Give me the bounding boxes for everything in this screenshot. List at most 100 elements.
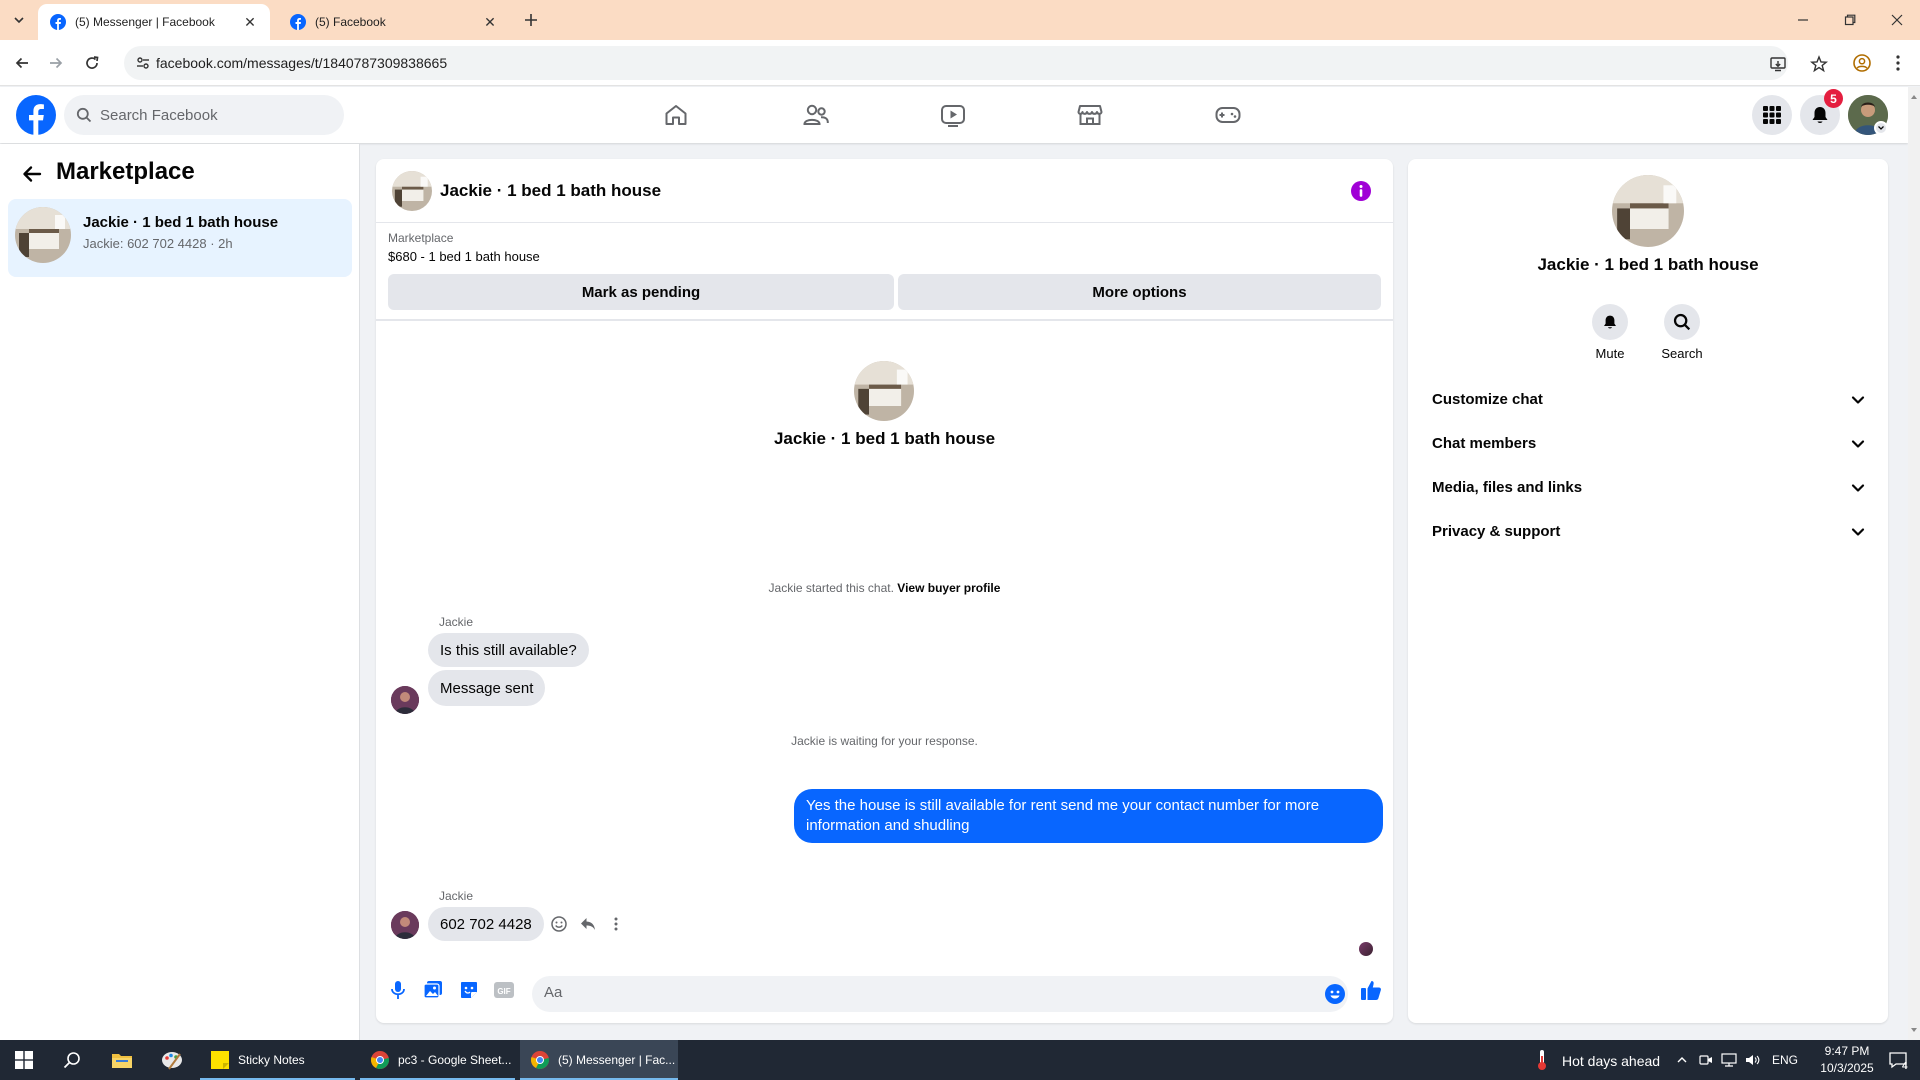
tab-close-icon[interactable]: ✕ xyxy=(242,14,258,30)
action-center-icon[interactable] xyxy=(1880,1040,1916,1080)
install-app-icon[interactable] xyxy=(1768,54,1788,74)
sender-avatar[interactable] xyxy=(391,911,419,939)
clock-time[interactable]: 9:47 PM xyxy=(1812,1044,1882,1058)
taskbar-google-sheets[interactable]: pc3 - Google Sheet... xyxy=(360,1040,515,1080)
meet-now-icon[interactable] xyxy=(1696,1040,1716,1080)
search-conversation-button[interactable]: Search xyxy=(1652,304,1712,361)
thermometer-icon[interactable] xyxy=(1530,1040,1554,1080)
chat-title[interactable]: Jackie · 1 bed 1 bath house xyxy=(440,181,661,201)
chat-header-thumbnail[interactable] xyxy=(392,171,432,211)
clock-date[interactable]: 10/3/2025 xyxy=(1812,1061,1882,1075)
new-tab-icon[interactable] xyxy=(520,9,542,31)
url-text[interactable]: facebook.com/messages/t/1840787309838665 xyxy=(156,55,447,71)
minimize-icon[interactable] xyxy=(1780,0,1826,40)
file-explorer-icon[interactable] xyxy=(98,1040,146,1080)
menu-grid-icon[interactable] xyxy=(1752,95,1792,135)
incoming-message[interactable]: Message sent xyxy=(428,670,546,706)
network-icon[interactable] xyxy=(1718,1040,1740,1080)
back-icon[interactable] xyxy=(10,51,34,75)
restore-icon[interactable] xyxy=(1827,0,1873,40)
privacy-support-section[interactable]: Privacy & support xyxy=(1416,512,1880,552)
emoji-icon[interactable] xyxy=(1325,984,1345,1004)
taskbar-search-icon[interactable] xyxy=(48,1040,96,1080)
browser-menu-icon[interactable] xyxy=(1886,51,1910,75)
incoming-message[interactable]: Is this still available? xyxy=(428,633,589,667)
conversation-name: Jackie · 1 bed 1 bath house xyxy=(83,214,279,231)
react-icon[interactable] xyxy=(549,914,569,934)
chevron-down-icon xyxy=(1848,478,1868,498)
sticky-notes-icon xyxy=(211,1051,229,1069)
site-info-icon[interactable] xyxy=(134,54,152,72)
paint-app-icon[interactable] xyxy=(148,1040,196,1080)
facebook-search-box[interactable] xyxy=(64,95,344,135)
windows-start-icon[interactable] xyxy=(0,1040,48,1080)
listing-title[interactable]: $680 - 1 bed 1 bath house xyxy=(388,249,540,264)
thumbs-up-icon[interactable] xyxy=(1359,978,1383,1002)
info-name: Jackie · 1 bed 1 bath house xyxy=(1537,255,1759,274)
tab-search-chevron-icon[interactable] xyxy=(8,10,30,30)
nav-gaming-icon[interactable] xyxy=(1172,87,1284,143)
facebook-favicon-icon xyxy=(50,14,66,30)
tab-close-icon[interactable]: ✕ xyxy=(482,14,498,30)
taskbar-app-label: (5) Messenger | Fac... xyxy=(558,1053,676,1067)
microphone-icon[interactable] xyxy=(386,978,410,1002)
conversation-info-panel: Jackie · 1 bed 1 bath house Mute Search … xyxy=(1408,159,1888,1023)
chat-members-section[interactable]: Chat members xyxy=(1416,424,1880,464)
reload-icon[interactable] xyxy=(80,51,104,75)
tab-title: (5) Messenger | Facebook xyxy=(75,15,215,29)
browser-toolbar: facebook.com/messages/t/1840787309838665 xyxy=(0,40,1920,86)
nav-video-icon[interactable] xyxy=(897,87,1009,143)
tab-title: (5) Facebook xyxy=(315,15,386,29)
tray-chevron-up-icon[interactable] xyxy=(1672,1040,1692,1080)
sender-avatar[interactable] xyxy=(391,686,419,714)
search-icon xyxy=(1664,304,1700,340)
outgoing-message[interactable]: Yes the house is still available for ren… xyxy=(794,789,1383,843)
close-window-icon[interactable] xyxy=(1874,0,1920,40)
incoming-message[interactable]: 602 702 4428 xyxy=(428,907,544,941)
nav-home-icon[interactable] xyxy=(620,87,732,143)
gif-icon[interactable]: GIF xyxy=(492,978,516,1002)
customize-chat-section[interactable]: Customize chat xyxy=(1416,380,1880,420)
message-composer[interactable] xyxy=(532,976,1348,1012)
facebook-search-input[interactable] xyxy=(100,106,320,124)
taskbar-sticky-notes[interactable]: Sticky Notes xyxy=(200,1040,355,1080)
info-icon[interactable] xyxy=(1351,181,1371,201)
view-buyer-profile-link[interactable]: View buyer profile xyxy=(897,581,1000,595)
page-scrollbar[interactable] xyxy=(1908,87,1920,1040)
more-actions-icon[interactable] xyxy=(606,914,626,934)
nav-marketplace-icon[interactable] xyxy=(1034,87,1146,143)
taskbar-messenger[interactable]: (5) Messenger | Fac... xyxy=(520,1040,678,1080)
tab-messenger[interactable]: (5) Messenger | Facebook ✕ xyxy=(38,4,270,40)
sender-name: Jackie xyxy=(439,889,474,903)
bookmark-star-icon[interactable] xyxy=(1809,54,1829,74)
intro-thumbnail xyxy=(854,361,914,421)
volume-icon[interactable] xyxy=(1742,1040,1764,1080)
media-files-links-section[interactable]: Media, files and links xyxy=(1416,468,1880,508)
nav-friends-icon[interactable] xyxy=(760,87,872,143)
sidebar-title: Marketplace xyxy=(56,158,195,185)
sticker-icon[interactable] xyxy=(457,978,481,1002)
conversation-item[interactable]: Jackie · 1 bed 1 bath house Jackie: 602 … xyxy=(8,199,352,277)
chevron-down-icon xyxy=(1848,390,1868,410)
address-bar[interactable]: facebook.com/messages/t/1840787309838665 xyxy=(124,46,1828,80)
tab-facebook[interactable]: (5) Facebook ✕ xyxy=(278,4,510,40)
forward-icon[interactable] xyxy=(44,51,68,75)
mute-button[interactable]: Mute xyxy=(1580,304,1640,361)
marketplace-label: Marketplace xyxy=(388,231,454,245)
facebook-logo-icon[interactable] xyxy=(16,95,56,135)
photo-icon[interactable] xyxy=(421,978,445,1002)
message-input[interactable] xyxy=(544,984,1304,1001)
account-chevron-icon[interactable] xyxy=(1874,121,1888,135)
reply-icon[interactable] xyxy=(578,914,598,934)
mute-label: Mute xyxy=(1595,346,1625,361)
mark-as-pending-button[interactable]: Mark as pending xyxy=(388,274,894,310)
more-options-button[interactable]: More options xyxy=(898,274,1381,310)
browser-profile-icon[interactable] xyxy=(1850,51,1874,75)
browser-tab-bar: (5) Messenger | Facebook ✕ (5) Facebook … xyxy=(0,0,1920,40)
back-arrow-icon[interactable] xyxy=(18,160,46,188)
read-receipt-avatar xyxy=(1359,942,1373,956)
facebook-header: 5 xyxy=(0,87,1908,143)
weather-text[interactable]: Hot days ahead xyxy=(1562,1053,1660,1069)
language-indicator[interactable]: ENG xyxy=(1772,1053,1798,1067)
chevron-down-icon xyxy=(1848,434,1868,454)
